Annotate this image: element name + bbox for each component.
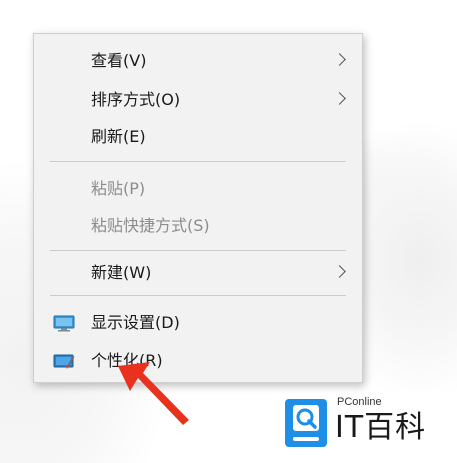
watermark-site-label: PConline	[337, 396, 382, 408]
pconline-logo-icon	[285, 399, 327, 447]
watermark-name: IT百科	[335, 410, 427, 445]
pconline-watermark: PConline IT百科	[275, 393, 449, 455]
